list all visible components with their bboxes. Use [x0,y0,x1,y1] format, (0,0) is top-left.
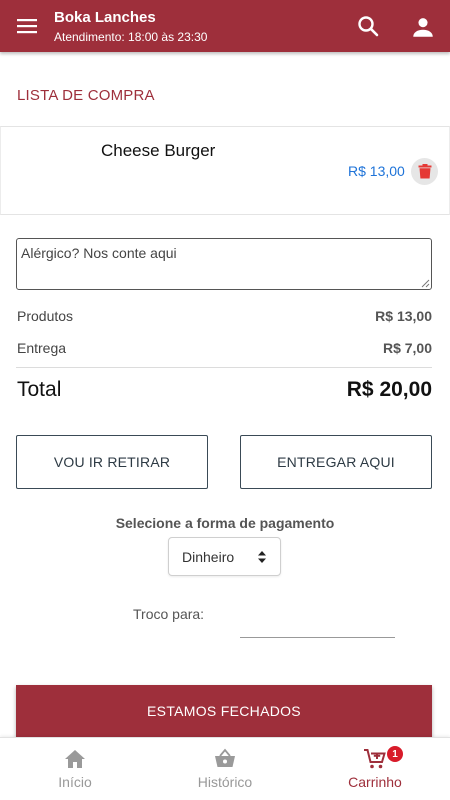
change-for-label: Troco para: [133,606,205,622]
select-arrows-icon [258,551,266,563]
total-value: R$ 20,00 [346,378,432,401]
products-value: R$ 13,00 [375,308,432,324]
summary-divider [16,367,432,368]
payment-method-value: Dinheiro [182,549,235,565]
payment-method-label: Selecione a forma de pagamento [115,515,335,531]
item-name: Cheese Burger [101,141,216,160]
trash-icon [418,164,431,179]
store-closed-button[interactable]: ESTAMOS FECHADOS [16,685,432,737]
deliver-here-button[interactable]: ENTREGAR AQUI [240,435,432,489]
payment-method-select[interactable]: Dinheiro [168,537,281,576]
menu-icon[interactable] [14,14,40,38]
delete-item-button[interactable] [411,158,438,185]
app-bar: Boka Lanches Atendimento: 18:00 às 23:30 [0,0,450,52]
total-label: Total [17,378,62,401]
search-icon[interactable] [356,14,380,38]
change-for-input[interactable] [240,612,395,638]
products-label: Produtos [17,308,74,324]
pickup-button[interactable]: VOU IR RETIRAR [16,435,208,489]
bottom-navigation: Início Histórico Carrinho 1 [0,737,450,800]
nav-label-home: Início [58,774,92,790]
nav-label-cart: Carrinho [348,774,402,790]
nav-item-history[interactable]: Histórico [150,738,300,800]
delivery-fee-label: Entrega [17,340,67,356]
basket-icon [215,748,235,767]
item-price[interactable]: R$ 13,00 [348,163,405,179]
shopping-list-title: LISTA DE COMPRA [17,87,155,104]
nav-item-cart[interactable]: Carrinho [300,738,450,800]
account-icon[interactable] [410,14,436,40]
cart-item: Cheese Burger R$ 13,00 [0,126,450,215]
opening-hours: Atendimento: 18:00 às 23:30 [54,30,208,44]
nav-label-history: Histórico [197,774,253,790]
allergy-note-field[interactable] [16,238,432,290]
cart-icon [364,749,386,769]
cart-count-badge: 1 [387,746,403,762]
resize-grip-icon[interactable] [421,279,430,288]
delivery-fee-value: R$ 7,00 [382,340,432,356]
home-icon [65,750,85,768]
nav-item-home[interactable]: Início [0,738,150,800]
app-title: Boka Lanches [54,9,156,26]
